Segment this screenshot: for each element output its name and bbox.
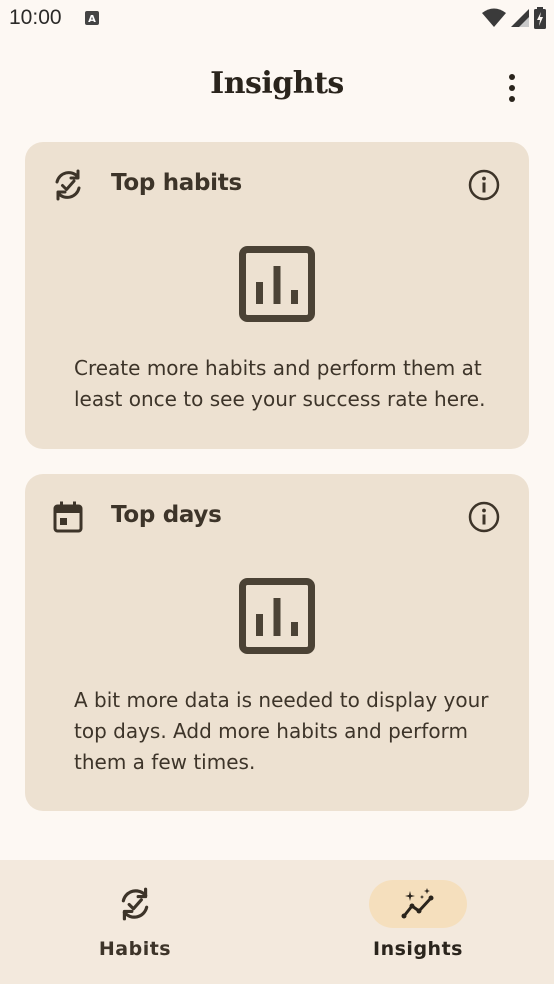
- menu-dot: [509, 74, 515, 80]
- menu-dot: [509, 85, 515, 91]
- status-bar: 10:00 A: [0, 0, 554, 38]
- notification-icon: A: [84, 10, 100, 30]
- menu-dot: [509, 96, 515, 102]
- calendar-icon: [51, 500, 85, 534]
- info-icon[interactable]: [467, 500, 501, 534]
- top-days-card: Top days A bit more data is needed to di…: [25, 474, 529, 811]
- empty-state-message: A bit more data is needed to display you…: [74, 688, 489, 774]
- svg-text:A: A: [88, 14, 96, 25]
- info-icon[interactable]: [467, 168, 501, 202]
- overflow-menu-button[interactable]: [500, 72, 524, 104]
- empty-state-message: Create more habits and perform them at l…: [74, 356, 486, 411]
- page-title: Insights: [210, 66, 344, 101]
- status-icons: [482, 7, 546, 33]
- nav-item-insights[interactable]: Insights: [318, 860, 518, 984]
- wifi-icon: [482, 8, 506, 32]
- bottom-navigation: Habits Insights: [0, 860, 554, 984]
- nav-label: Habits: [98, 938, 172, 960]
- battery-icon: [534, 7, 546, 33]
- nav-label: Insights: [373, 938, 463, 960]
- habit-check-icon: [51, 168, 85, 202]
- habit-check-icon: [117, 886, 153, 922]
- bar-chart-icon: [239, 246, 315, 322]
- bar-chart-icon: [239, 578, 315, 654]
- card-title: Top habits: [111, 170, 242, 196]
- signal-icon: [510, 8, 530, 32]
- insights-sparkle-icon: [400, 886, 436, 922]
- top-habits-card: Top habits Create more habits and perfor…: [25, 142, 529, 449]
- status-time: 10:00: [9, 6, 62, 29]
- card-title: Top days: [111, 502, 222, 528]
- app-bar: Insights: [0, 56, 554, 120]
- nav-item-habits[interactable]: Habits: [35, 860, 235, 984]
